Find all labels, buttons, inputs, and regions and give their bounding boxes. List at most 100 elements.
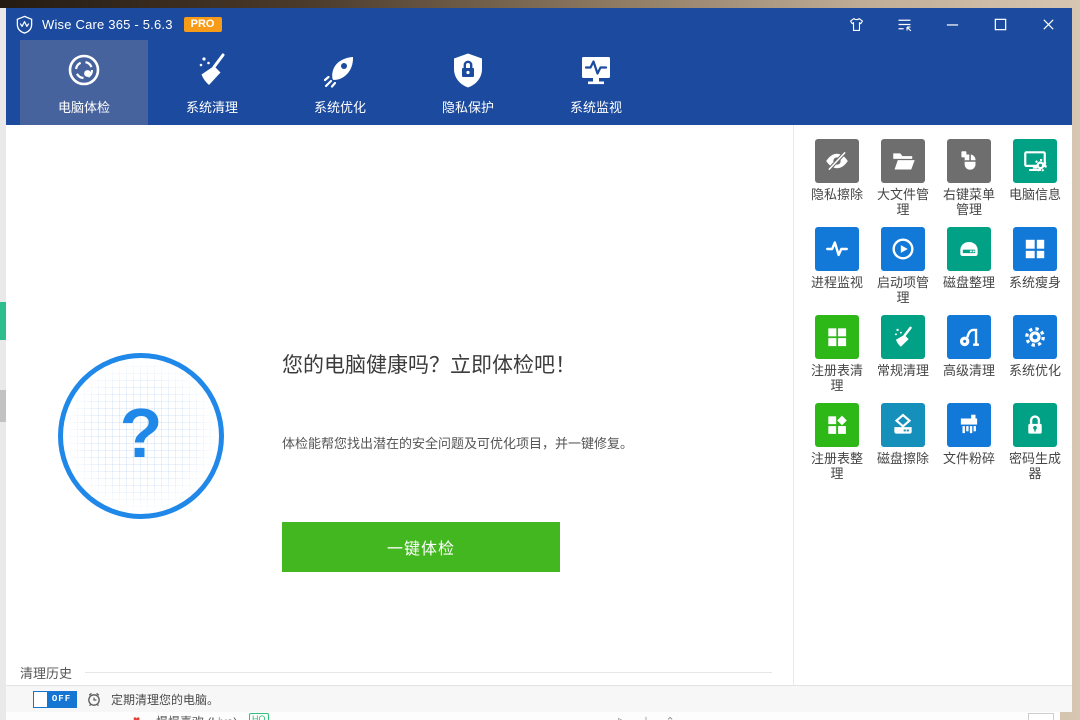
- tool-system-slimming[interactable]: 系统瘦身: [1002, 227, 1068, 315]
- app-logo-shield-icon: [15, 15, 34, 34]
- tool-label: 注册表清理: [807, 363, 867, 394]
- wise-care-window: Wise Care 365 - 5.6.3 PRO: [6, 8, 1072, 712]
- checkup-globe-icon: [64, 50, 104, 90]
- player-button[interactable]: [1028, 713, 1054, 720]
- tool-label: 磁盘整理: [939, 275, 999, 290]
- tool-context-menu-manager[interactable]: 右键菜单管理: [936, 139, 1002, 227]
- tab-system-cleaner[interactable]: 系统清理: [148, 40, 276, 125]
- tool-label: 隐私擦除: [807, 187, 867, 202]
- shield-lock-icon: [448, 50, 488, 90]
- minimize-button[interactable]: [928, 8, 976, 40]
- tool-label: 系统优化: [1005, 363, 1065, 378]
- question-mark: ?: [120, 393, 163, 473]
- tab-label: 系统清理: [186, 97, 238, 116]
- alarm-clock-icon: [86, 691, 102, 707]
- song-title: 慢慢喜欢 (Live): [156, 713, 237, 720]
- tool-password-generator[interactable]: 密码生成器: [1002, 403, 1068, 491]
- health-question-circle: ?: [58, 353, 224, 519]
- tool-label: 右键菜单管理: [939, 187, 999, 218]
- tool-label: 密码生成器: [1005, 451, 1065, 482]
- history-title: 清理历史: [20, 663, 72, 682]
- main-nav: 电脑体检 系统清理 系统优化 隐私保护: [6, 40, 1072, 125]
- tool-registry-defrag[interactable]: 注册表整理: [804, 403, 870, 491]
- history-header: 清理历史: [20, 663, 772, 682]
- tshirt-icon: [848, 16, 865, 33]
- close-button[interactable]: [1024, 8, 1072, 40]
- tool-advanced-cleaner[interactable]: 高级清理: [936, 315, 1002, 403]
- tool-tile: [815, 227, 859, 271]
- pulse-icon: [824, 236, 850, 262]
- tab-system-tuneup[interactable]: 系统优化: [276, 40, 404, 125]
- vacuum-icon: [956, 324, 982, 350]
- tool-common-cleaner[interactable]: 常规清理: [870, 315, 936, 403]
- tool-label: 进程监视: [807, 275, 867, 290]
- tab-pc-checkup[interactable]: 电脑体检: [20, 40, 148, 125]
- tool-tile: [947, 139, 991, 183]
- tool-big-file-manager[interactable]: 大文件管理: [870, 139, 936, 227]
- tool-disk-eraser[interactable]: 磁盘擦除: [870, 403, 936, 491]
- heart-icon[interactable]: ♥: [133, 713, 140, 720]
- one-click-checkup-button[interactable]: 一键体检: [282, 522, 560, 572]
- tool-label: 常规清理: [873, 363, 933, 378]
- menu-lines-icon: [896, 16, 913, 33]
- tool-startup-manager[interactable]: 启动项管理: [870, 227, 936, 315]
- folder-open-icon: [890, 148, 916, 174]
- hq-badge: HQ: [249, 713, 269, 720]
- tool-tile: [815, 315, 859, 359]
- tool-pc-information[interactable]: 电脑信息: [1002, 139, 1068, 227]
- tool-label: 系统瘦身: [1005, 275, 1065, 290]
- eye-off-icon: [824, 148, 850, 174]
- disk-eraser-icon: [890, 412, 916, 438]
- disk-drive-icon: [956, 236, 982, 262]
- gear-icon: [1022, 324, 1048, 350]
- tool-tile: [1013, 139, 1057, 183]
- divider-line: [85, 672, 772, 673]
- tool-tile: [881, 139, 925, 183]
- squares-diamond-icon: [824, 412, 850, 438]
- monitor-gear-icon: [1022, 148, 1048, 174]
- checkup-heading: 您的电脑健康吗？立即体检吧！: [282, 349, 576, 379]
- player-controls[interactable]: ▷＋⌃⋯: [618, 713, 714, 720]
- window-controls: [832, 8, 1072, 40]
- toggle-state-label: OFF: [47, 692, 76, 707]
- maximize-icon: [993, 17, 1008, 32]
- tool-tile: [881, 227, 925, 271]
- tool-file-shredder[interactable]: 文件粉碎: [936, 403, 1002, 491]
- tool-tile: [1013, 227, 1057, 271]
- maximize-button[interactable]: [976, 8, 1024, 40]
- tool-system-tuneup[interactable]: 系统优化: [1002, 315, 1068, 403]
- mouse-icon: [956, 148, 982, 174]
- tool-registry-cleaner[interactable]: 注册表清理: [804, 315, 870, 403]
- monitor-pulse-icon: [576, 50, 616, 90]
- tool-label: 大文件管理: [873, 187, 933, 218]
- tab-privacy-protector[interactable]: 隐私保护: [404, 40, 532, 125]
- statusbar: OFF 定期清理您的电脑。: [6, 685, 1072, 712]
- toggle-knob: [34, 692, 47, 707]
- tool-privacy-eraser[interactable]: 隐私擦除: [804, 139, 870, 227]
- tab-label: 隐私保护: [442, 97, 494, 116]
- tool-tile: [815, 139, 859, 183]
- tool-tile: [881, 315, 925, 359]
- tool-disk-defrag[interactable]: 磁盘整理: [936, 227, 1002, 315]
- tab-system-monitor[interactable]: 系统监视: [532, 40, 660, 125]
- window-panes-icon: [1022, 236, 1048, 262]
- broom-icon: [192, 50, 232, 90]
- main-menu-button[interactable]: [880, 8, 928, 40]
- tool-label: 注册表整理: [807, 451, 867, 482]
- window-title: Wise Care 365 - 5.6.3: [42, 17, 173, 32]
- rocket-icon: [320, 50, 360, 90]
- broom-icon: [890, 324, 916, 350]
- tool-process-monitor[interactable]: 进程监视: [804, 227, 870, 315]
- tool-tile: [815, 403, 859, 447]
- registry-grid-icon: [824, 324, 850, 350]
- tool-tile: [1013, 403, 1057, 447]
- tool-label: 文件粉碎: [939, 451, 999, 466]
- scheduled-clean-toggle[interactable]: OFF: [33, 691, 77, 708]
- tool-tile: [947, 227, 991, 271]
- tool-tile: [947, 315, 991, 359]
- utilities-panel: 隐私擦除 大文件管理 右键菜单管理: [793, 125, 1072, 685]
- tool-label: 高级清理: [939, 363, 999, 378]
- skin-theme-button[interactable]: [832, 8, 880, 40]
- status-message: 定期清理您的电脑。: [111, 691, 219, 708]
- checkup-description: 体检能帮您找出潜在的安全问题及可优化项目，并一键修复。: [282, 433, 633, 452]
